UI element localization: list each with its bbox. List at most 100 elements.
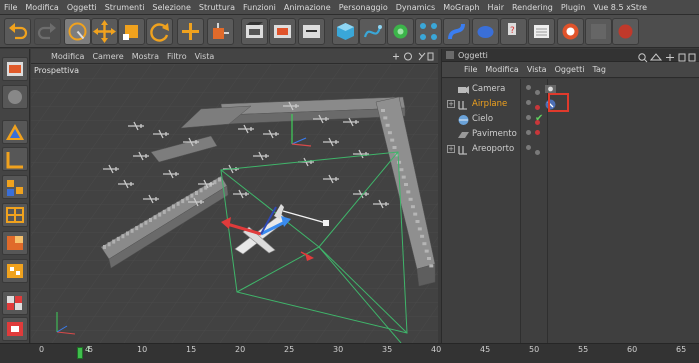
terminal-detail [406, 190, 411, 194]
render-visibility-dot[interactable] [535, 105, 540, 110]
object-row-camera[interactable]: Camera [442, 82, 699, 97]
floor-icon [458, 132, 469, 138]
viewport-label: Prospettiva [34, 66, 79, 75]
menu-struttura[interactable]: Struttura [195, 0, 239, 14]
object-name[interactable]: Areoporto [472, 144, 514, 154]
cube-primitive-button[interactable] [332, 18, 359, 45]
editor-visibility-dot[interactable] [526, 130, 531, 135]
polygons-mode-button[interactable] [2, 203, 28, 227]
timeline-tick-label: 15 [186, 345, 197, 354]
nurbs-icon [393, 24, 408, 39]
viewport-menu-vista[interactable]: Vista [191, 49, 219, 64]
help-button[interactable] [557, 18, 584, 45]
objects-menu-modifica[interactable]: Modifica [481, 62, 522, 78]
viewport-menu-modifica[interactable]: Modifica [47, 49, 88, 64]
menu-hair[interactable]: Hair [484, 0, 508, 14]
object-name[interactable]: Cielo [472, 114, 493, 124]
menu-strumenti[interactable]: Strumenti [101, 0, 149, 14]
menu-personaggio[interactable]: Personaggio [335, 0, 392, 14]
timeline-playhead[interactable] [77, 347, 83, 359]
menu-plugin[interactable]: Plugin [557, 0, 590, 14]
panel-grip-icon[interactable] [446, 51, 454, 59]
viewport-navigation-icons[interactable] [390, 51, 434, 62]
menu-oggetti[interactable]: Oggetti [63, 0, 101, 14]
object-row-cielo[interactable]: Cielo ✔ [442, 112, 699, 127]
terminal-detail [410, 205, 415, 209]
objects-menu-oggetti[interactable]: Oggetti [551, 62, 589, 78]
render-view-button[interactable] [241, 18, 268, 45]
viewport-menu-camere[interactable]: Camere [88, 49, 127, 64]
menu-modifica[interactable]: Modifica [21, 0, 62, 14]
deformer-button[interactable] [443, 18, 470, 45]
viewport-menu-filtro[interactable]: Filtro [163, 49, 191, 64]
edit-render-settings-icon [303, 25, 320, 38]
object-name[interactable]: Camera [472, 84, 505, 94]
snapping-icon [7, 322, 23, 336]
menu-mograph[interactable]: MoGraph [439, 0, 483, 14]
live-selection-button[interactable] [64, 18, 91, 45]
menu-file[interactable]: File [0, 0, 21, 14]
scale-button[interactable] [118, 18, 145, 45]
workplane-button[interactable] [2, 291, 28, 315]
object-coordinates-button[interactable] [207, 18, 234, 45]
light-button[interactable] [528, 18, 555, 45]
timeline[interactable]: 0 5 10 15 20 25 30 35 40 45 50 55 60 65 4 [0, 343, 699, 363]
object-row-pavimento[interactable]: Pavimento [442, 127, 699, 142]
menu-selezione[interactable]: Selezione [148, 0, 194, 14]
objects-search-icons[interactable] [637, 52, 697, 63]
move-button[interactable] [91, 18, 118, 45]
terminal-detail [103, 245, 106, 249]
object-name[interactable]: Pavimento [472, 129, 517, 139]
objects-menu-file[interactable]: File [460, 62, 481, 78]
menu-vue-8-5-xstre[interactable]: Vue 8.5 xStre [589, 0, 651, 14]
objects-menu-vista[interactable]: Vista [523, 62, 551, 78]
objects-menu-tag[interactable]: Tag [588, 62, 610, 78]
object-mode-button[interactable] [2, 259, 28, 283]
editor-visibility-dot[interactable] [526, 100, 531, 105]
menu-funzioni[interactable]: Funzioni [239, 0, 280, 14]
texture-mode-button[interactable] [2, 85, 28, 109]
scene-button[interactable] [472, 18, 499, 45]
render-visibility-dot[interactable] [535, 150, 540, 155]
editor-visibility-dot[interactable] [526, 145, 531, 150]
vue-button[interactable] [612, 18, 639, 45]
render-visibility-dot[interactable] [535, 90, 540, 95]
enabled-check-icon[interactable]: ✔ [535, 113, 543, 125]
terminal-detail [153, 215, 157, 220]
xyz-axis-button[interactable] [177, 18, 204, 45]
menu-animazione[interactable]: Animazione [280, 0, 335, 14]
object-name[interactable]: Airplane [472, 99, 507, 109]
rotate-button[interactable] [146, 18, 173, 45]
expand-toggle-icon[interactable]: + [447, 145, 455, 153]
editor-visibility-dot[interactable] [526, 85, 531, 90]
camera-button[interactable]: ? [500, 18, 527, 45]
perspective-viewport[interactable]: Prospettiva [31, 64, 438, 343]
render-visibility-dot[interactable] [535, 130, 540, 135]
menu-dynamics[interactable]: Dynamics [392, 0, 439, 14]
timeline-ruler[interactable]: 0 5 10 15 20 25 30 35 40 45 50 55 60 65 [31, 344, 699, 363]
object-row-areoporto[interactable]: + Areoporto [442, 142, 699, 157]
edit-render-settings-button[interactable] [298, 18, 325, 45]
points-mode-button[interactable] [2, 147, 28, 171]
spline-button[interactable] [359, 18, 386, 45]
model-mode-button[interactable] [2, 231, 28, 255]
snapping-button[interactable] [2, 317, 28, 341]
terminal-detail [190, 193, 194, 198]
render-picture-viewer-icon [274, 25, 291, 38]
expand-toggle-icon[interactable]: + [447, 100, 455, 108]
nurbs-button[interactable] [387, 18, 414, 45]
object-row-airplane[interactable]: + Airplane [442, 97, 699, 112]
polygon-mode-button[interactable] [2, 57, 28, 81]
axis-mode-button[interactable] [2, 120, 28, 144]
scene-3d-view[interactable] [31, 64, 438, 343]
edges-mode-button[interactable] [2, 175, 28, 199]
undo-icon [9, 23, 28, 40]
layout-button[interactable] [585, 18, 612, 45]
editor-visibility-dot[interactable] [526, 115, 531, 120]
undo-button[interactable] [4, 18, 31, 45]
redo-button[interactable] [34, 18, 61, 45]
viewport-menu-mostra[interactable]: Mostra [128, 49, 163, 64]
render-picture-viewer-button[interactable] [269, 18, 296, 45]
menu-rendering[interactable]: Rendering [508, 0, 557, 14]
array-button[interactable] [415, 18, 442, 45]
